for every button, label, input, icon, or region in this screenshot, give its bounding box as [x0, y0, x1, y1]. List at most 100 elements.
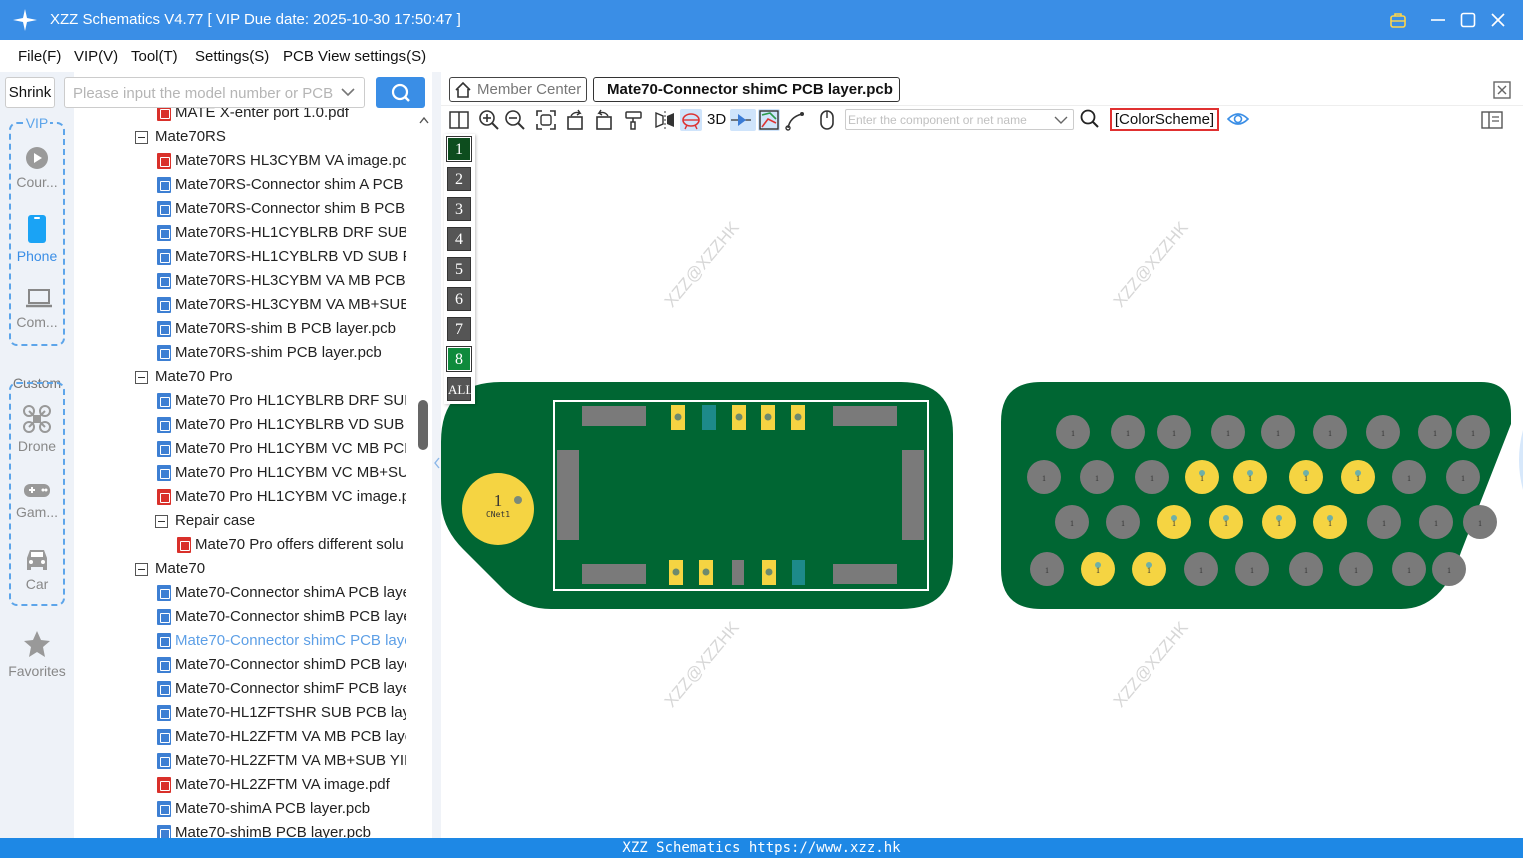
tree-file[interactable]: Mate70 Pro HL1CYBM VC MB+SUE	[155, 462, 406, 486]
pcb-file-icon	[157, 297, 171, 313]
menu-pcb-view-settings[interactable]: PCB View settings(S)	[283, 48, 426, 65]
tree-file[interactable]: Mate70RS-shim B PCB layer.pcb	[155, 318, 406, 342]
layer-button-5[interactable]: 5	[447, 257, 471, 281]
close-icon[interactable]	[1484, 6, 1512, 34]
mouse-icon[interactable]	[816, 109, 838, 131]
zoom-out-icon[interactable]	[504, 109, 526, 131]
view-3d-button[interactable]: 3D	[707, 111, 726, 128]
minimize-icon[interactable]	[1424, 6, 1452, 34]
eye-icon[interactable]	[1226, 109, 1250, 132]
rail-item-drone[interactable]: Drone	[0, 404, 74, 454]
pin-arrow-icon[interactable]	[730, 109, 756, 131]
sidebar-toggle-icon[interactable]	[1480, 110, 1504, 133]
chevron-down-icon[interactable]	[1053, 112, 1069, 131]
rail-item-car[interactable]: Car	[0, 546, 74, 592]
shrink-button[interactable]: Shrink	[5, 77, 55, 108]
tree-file[interactable]: Mate70 Pro HL1CYBLRB DRF SUB F	[155, 390, 406, 414]
component-search-icon[interactable]	[1079, 108, 1101, 133]
pcb-drawing[interactable]: XZZ@XZZHK XZZ@XZZHK XZZ@XZZHK XZZ@XZZHK 1 C…	[441, 134, 1523, 838]
tree-file[interactable]: Mate70RS-shim PCB layer.pcb	[155, 342, 406, 366]
tree-file[interactable]: Mate70-shimA PCB layer.pcb	[155, 798, 406, 822]
layer-button-6[interactable]: 6	[447, 287, 471, 311]
tree-file[interactable]: Mate70-Connector shimA PCB laye	[155, 582, 406, 606]
layer-button-1[interactable]: 1	[447, 137, 471, 161]
tree-file[interactable]: Mate70 Pro HL1CYBM VC image.pc	[155, 486, 406, 510]
layer-button-all[interactable]: ALL	[447, 377, 473, 401]
tree-file[interactable]: Mate70 Pro offers different solu	[175, 534, 406, 558]
component-search-input[interactable]	[848, 111, 1048, 128]
tree-file[interactable]: Mate70RS-HL3CYBM VA MB PCB la	[155, 270, 406, 294]
tree-file[interactable]: Mate70-Connector shimD PCB laye	[155, 654, 406, 678]
model-search-input[interactable]	[73, 83, 333, 103]
tree-folder[interactable]: Mate70 Pro	[135, 366, 406, 390]
menu-vip[interactable]: VIP(V)	[74, 48, 118, 65]
rotate-right-icon[interactable]	[592, 109, 614, 131]
layer-button-7[interactable]: 7	[447, 317, 471, 341]
menu-tool[interactable]: Tool(T)	[131, 48, 178, 65]
collapse-icon[interactable]	[135, 371, 148, 384]
layer-button-4[interactable]: 4	[447, 227, 471, 251]
trace-icon[interactable]	[785, 109, 807, 131]
layer-button-8[interactable]: 8	[447, 347, 471, 371]
tree-file[interactable]: MATE X-enter port 1.0.pdf	[155, 108, 406, 126]
chevron-down-icon[interactable]	[340, 83, 356, 101]
panel-splitter[interactable]	[432, 72, 441, 838]
rail-item-courses[interactable]: Cour...	[0, 146, 74, 190]
rail-item-game[interactable]: Gam...	[0, 480, 74, 520]
tree-file[interactable]: Mate70RS HL3CYBM VA image.pdf	[155, 150, 406, 174]
menu-file[interactable]: File(F)	[18, 48, 61, 65]
tree-file[interactable]: Mate70-HL2ZFTM VA MB+SUB YIE	[155, 750, 406, 774]
rail-item-computer[interactable]: Com...	[0, 286, 74, 330]
color-scheme-button[interactable]: [ColorScheme]	[1110, 108, 1219, 131]
tree-file[interactable]: Mate70RS-HL3CYBM VA MB+SUB	[155, 294, 406, 318]
tree-file[interactable]: Mate70-HL1ZFTSHR SUB PCB layer	[155, 702, 406, 726]
collapse-icon[interactable]	[135, 131, 148, 144]
tree-file[interactable]: Mate70-shimB PCB layer.pcb	[155, 822, 406, 838]
pdf-file-icon	[157, 108, 171, 121]
tree-file[interactable]: Mate70 Pro HL1CYBLRB VD SUB PC	[155, 414, 406, 438]
collapse-icon[interactable]	[135, 563, 148, 576]
tree-file[interactable]: Mate70-Connector shimF PCB laye	[155, 678, 406, 702]
layer-button-2[interactable]: 2	[447, 167, 471, 191]
tree-file[interactable]: Mate70-HL2ZFTM VA image.pdf	[155, 774, 406, 798]
tree-folder[interactable]: Mate70RS	[135, 126, 406, 150]
collapse-icon[interactable]	[155, 515, 168, 528]
collapse-panel-icon[interactable]	[433, 456, 441, 473]
ratsnest-icon[interactable]	[758, 109, 780, 131]
mirror-icon[interactable]	[654, 109, 676, 131]
tree-file[interactable]: Mate70-Connector shimB PCB laye	[155, 606, 406, 630]
pin-number: 1	[1172, 429, 1176, 438]
tree-file[interactable]: Mate70RS-Connector shim A PCB l	[155, 174, 406, 198]
component-search-field[interactable]	[845, 109, 1074, 130]
tree-folder[interactable]: Mate70	[135, 558, 406, 582]
tab-active-pcb[interactable]: Mate70-Connector shimC PCB layer.pcb	[593, 77, 900, 102]
tree-file[interactable]: Mate70RS-HL1CYBLRB DRF SUB PC	[155, 222, 406, 246]
vip-badge-icon[interactable]	[1384, 6, 1412, 34]
tree-scrollbar[interactable]	[418, 400, 428, 450]
rotate-left-icon[interactable]	[565, 109, 587, 131]
rail-item-phone[interactable]: Phone	[0, 214, 74, 264]
tree-file[interactable]: Mate70RS-Connector shim B PCB l	[155, 198, 406, 222]
tree-folder[interactable]: Repair case	[155, 510, 406, 534]
split-view-icon[interactable]	[448, 109, 470, 131]
tree-file[interactable]: Mate70 Pro HL1CYBM VC MB PCB	[155, 438, 406, 462]
model-search-field[interactable]	[64, 77, 365, 108]
rail-item-favorites[interactable]: Favorites	[0, 629, 74, 679]
pad-via	[765, 568, 773, 576]
tree-file[interactable]: Mate70-Connector shimC PCB laye	[155, 630, 406, 654]
zoom-in-icon[interactable]	[478, 109, 500, 131]
tree-file[interactable]: Mate70RS-HL1CYBLRB VD SUB PCI	[155, 246, 406, 270]
layer-button-3[interactable]: 3	[447, 197, 471, 221]
menu-settings[interactable]: Settings(S)	[195, 48, 269, 65]
tree-file[interactable]: Mate70-HL2ZFTM VA MB PCB laye	[155, 726, 406, 750]
tab-member-center[interactable]: Member Center	[449, 77, 587, 102]
search-button[interactable]	[376, 77, 425, 108]
paint-brush-icon[interactable]	[623, 109, 645, 131]
scroll-up-icon[interactable]	[418, 112, 430, 128]
fit-view-icon[interactable]	[535, 109, 557, 131]
right-panel-handle[interactable]	[1515, 430, 1523, 493]
maximize-icon[interactable]	[1454, 6, 1482, 34]
close-tab-icon[interactable]	[1492, 80, 1512, 103]
net-highlight-icon[interactable]	[680, 109, 702, 131]
pcb-canvas[interactable]: XZZ@XZZHK XZZ@XZZHK XZZ@XZZHK XZZ@XZZHK 1 C…	[441, 134, 1523, 838]
